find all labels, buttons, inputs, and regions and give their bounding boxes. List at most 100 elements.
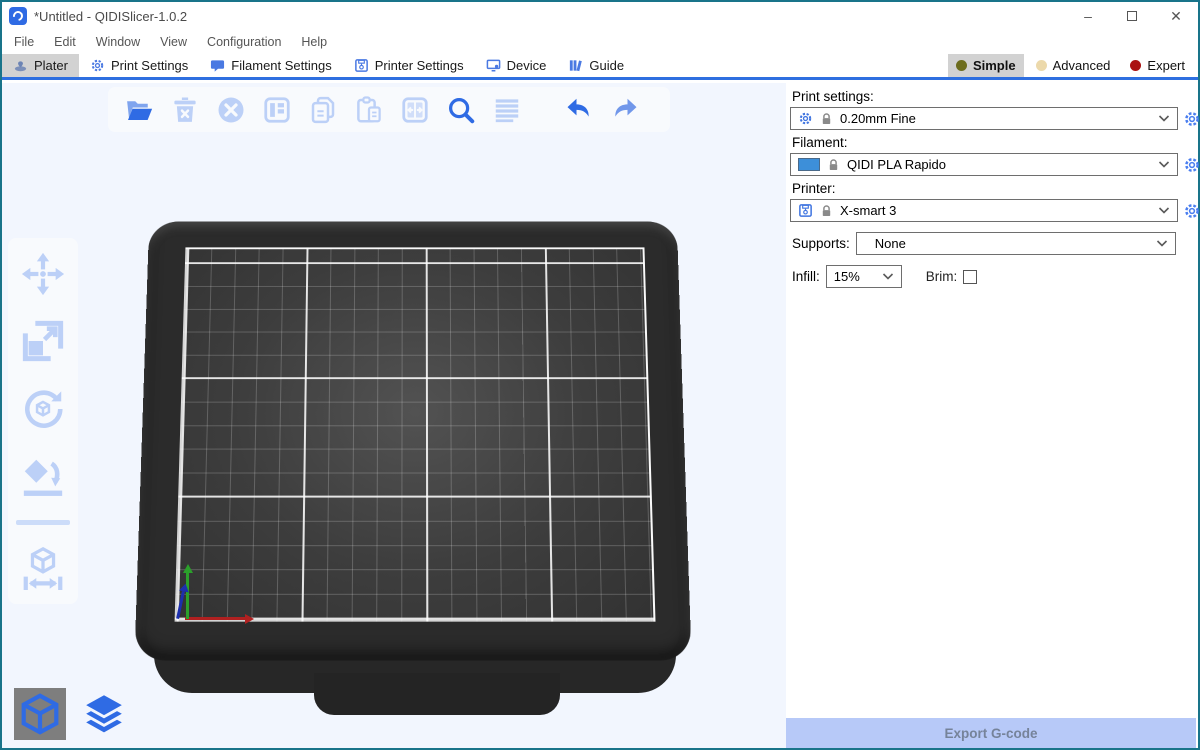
delete-all-icon — [216, 95, 246, 125]
paste-icon — [354, 95, 384, 125]
undo-button[interactable] — [562, 93, 596, 127]
close-icon: ✕ — [1170, 8, 1182, 25]
3d-viewport[interactable] — [2, 83, 786, 748]
guide-icon — [568, 58, 583, 73]
menu-help[interactable]: Help — [291, 35, 337, 49]
print-settings-gear-button[interactable] — [1183, 110, 1200, 128]
copy-button[interactable] — [306, 93, 340, 127]
delete-icon — [170, 95, 200, 125]
delete-all-button[interactable] — [214, 93, 248, 127]
filament-combo[interactable]: QIDI PLA Rapido — [790, 153, 1178, 176]
search-icon — [446, 95, 476, 125]
infill-combo[interactable]: 15% — [826, 265, 902, 288]
menu-file[interactable]: File — [4, 35, 44, 49]
brim-label: Brim: — [926, 269, 958, 284]
copy-icon — [308, 95, 338, 125]
split-button[interactable] — [398, 93, 432, 127]
minimize-button[interactable]: – — [1066, 2, 1110, 30]
menu-window[interactable]: Window — [86, 35, 150, 49]
device-icon — [486, 58, 501, 73]
arrange-button[interactable] — [260, 93, 294, 127]
chevron-down-icon — [882, 272, 894, 281]
open-folder-icon — [124, 95, 154, 125]
simple-dot-icon — [956, 60, 967, 71]
advanced-dot-icon — [1036, 60, 1047, 71]
move-gizmo-button[interactable] — [19, 250, 67, 298]
preview-layers-view-button[interactable] — [78, 688, 130, 740]
layers-icon — [81, 691, 127, 737]
printer-gear-button[interactable] — [1183, 202, 1200, 220]
close-button[interactable]: ✕ — [1154, 2, 1198, 30]
gizmo-toolbar — [8, 238, 78, 604]
infill-value: 15% — [834, 269, 860, 284]
y-axis-indicator — [186, 573, 189, 619]
move-icon — [20, 251, 66, 297]
undo-icon — [564, 95, 594, 125]
rotate-gizmo-button[interactable] — [19, 385, 67, 433]
tab-printer-settings[interactable]: Printer Settings — [343, 54, 475, 77]
maximize-button[interactable] — [1110, 2, 1154, 30]
supports-value: None — [875, 236, 906, 251]
print-bed — [2, 83, 786, 748]
place-on-face-gizmo-button[interactable] — [19, 452, 67, 500]
scale-gizmo-button[interactable] — [19, 317, 67, 365]
gear-icon — [90, 58, 105, 73]
window-title: *Untitled - QIDISlicer-1.0.2 — [34, 9, 187, 24]
lock-icon — [820, 112, 833, 126]
redo-icon — [610, 95, 640, 125]
plater-toolbar — [108, 87, 670, 132]
printer-label: Printer: — [792, 181, 1198, 196]
mode-switcher: Simple Advanced Expert — [948, 54, 1198, 77]
chevron-down-icon — [1156, 239, 1168, 248]
menu-configuration[interactable]: Configuration — [197, 35, 291, 49]
redo-button[interactable] — [608, 93, 642, 127]
chevron-down-icon — [1158, 114, 1170, 123]
tab-plater[interactable]: Plater — [2, 54, 79, 77]
print-settings-combo[interactable]: 0.20mm Fine — [790, 107, 1178, 130]
3d-editor-view-button[interactable] — [14, 688, 66, 740]
printer-combo[interactable]: X-smart 3 — [790, 199, 1178, 222]
expert-dot-icon — [1130, 60, 1141, 71]
app-logo-icon — [9, 7, 27, 25]
filament-gear-button[interactable] — [1183, 156, 1200, 174]
lock-icon — [820, 204, 833, 218]
variable-layer-height-button[interactable] — [490, 93, 524, 127]
tab-guide[interactable]: Guide — [557, 54, 635, 77]
minimize-icon: – — [1084, 8, 1092, 24]
supports-combo[interactable]: None — [856, 232, 1176, 255]
view-toggle — [14, 688, 130, 740]
plater-icon — [13, 58, 28, 73]
cube-icon — [17, 691, 63, 737]
mode-expert[interactable]: Expert — [1122, 54, 1193, 77]
lock-icon — [827, 158, 840, 172]
measure-gizmo-button[interactable] — [19, 544, 67, 592]
arrange-icon — [262, 95, 292, 125]
export-gcode-button[interactable]: Export G-code — [786, 718, 1196, 748]
printer-icon — [354, 58, 369, 73]
x-axis-indicator — [185, 617, 245, 620]
paste-button[interactable] — [352, 93, 386, 127]
tab-print-settings[interactable]: Print Settings — [79, 54, 199, 77]
brim-checkbox[interactable] — [963, 270, 977, 284]
layer-stripes-icon — [492, 95, 522, 125]
chevron-down-icon — [1158, 206, 1170, 215]
chevron-down-icon — [1158, 160, 1170, 169]
delete-button[interactable] — [168, 93, 202, 127]
menu-bar: File Edit Window View Configuration Help — [2, 30, 1198, 54]
menu-view[interactable]: View — [150, 35, 197, 49]
tab-filament-settings[interactable]: Filament Settings — [199, 54, 342, 77]
open-folder-button[interactable] — [122, 93, 156, 127]
menu-edit[interactable]: Edit — [44, 35, 86, 49]
filament-icon — [210, 58, 225, 73]
split-icon — [400, 95, 430, 125]
infill-label: Infill: — [792, 269, 820, 284]
measure-icon — [20, 545, 66, 591]
rotate-icon — [20, 386, 66, 432]
filament-label: Filament: — [792, 135, 1198, 150]
tab-strip: Plater Print Settings Filament Settings … — [2, 54, 1198, 80]
mode-advanced[interactable]: Advanced — [1028, 54, 1119, 77]
tab-device[interactable]: Device — [475, 54, 558, 77]
settings-sidebar: Print settings: 0.20mm Fine Filament: QI… — [786, 83, 1198, 748]
mode-simple[interactable]: Simple — [948, 54, 1024, 77]
search-button[interactable] — [444, 93, 478, 127]
